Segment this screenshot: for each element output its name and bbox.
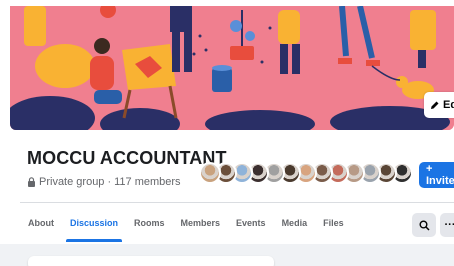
invite-button[interactable]: + Invite (419, 162, 454, 188)
group-tabs: About Discussion Rooms Members Events Media Fi… (20, 204, 352, 242)
tab-discussion[interactable]: Discussion (62, 204, 126, 242)
header-divider (20, 202, 454, 203)
group-member-count[interactable]: 117 members (114, 176, 180, 188)
more-options-button[interactable]: ··· (440, 213, 454, 237)
more-icon: ··· (444, 219, 454, 231)
cover-illustration (10, 6, 454, 130)
feed-card (28, 256, 274, 266)
tab-about[interactable]: About (20, 204, 62, 242)
lock-icon (28, 177, 35, 187)
edit-cover-label: Edit (443, 99, 454, 111)
search-icon (419, 220, 430, 231)
tab-rooms[interactable]: Rooms (126, 204, 173, 242)
tab-media[interactable]: Media (274, 204, 316, 242)
cover-photo[interactable] (10, 6, 454, 130)
invite-label: + Invite (426, 163, 454, 187)
member-avatars[interactable] (199, 162, 413, 188)
group-privacy[interactable]: Private group (39, 176, 104, 188)
tab-events[interactable]: Events (228, 204, 274, 242)
group-meta: Private group · 117 members (27, 176, 181, 188)
pencil-icon (431, 101, 439, 109)
group-name: MOCCU ACCOUNTANT (27, 148, 227, 168)
member-avatar-1[interactable] (199, 162, 221, 184)
edit-cover-button[interactable]: Edit (424, 92, 454, 118)
search-button[interactable] (412, 213, 436, 237)
meta-separator: · (107, 176, 112, 188)
tab-files[interactable]: Files (315, 204, 352, 242)
tab-members[interactable]: Members (173, 204, 229, 242)
